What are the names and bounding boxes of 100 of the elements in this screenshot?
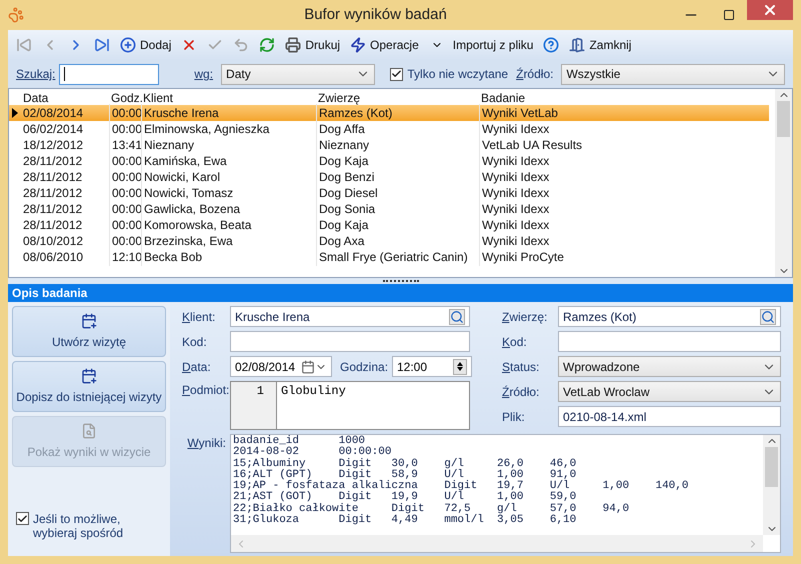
lightning-icon	[350, 37, 366, 53]
table-row[interactable]: 28/11/2012 00:00 Kamińska, Ewa Dog Kaja Wyniki Idexx	[9, 153, 769, 169]
table-cell: Dog Sonia	[316, 200, 479, 218]
search-field[interactable]	[59, 64, 158, 84]
toolbar-button[interactable]: Dodaj	[116, 33, 176, 57]
window-title: Bufor wyników badań	[303, 4, 448, 25]
toolbar-button[interactable]: Drukuj	[281, 33, 344, 57]
calendar-plus-icon	[81, 368, 97, 384]
maximize-icon[interactable]	[723, 9, 735, 21]
table-cell: Nowicki, Karol	[141, 168, 316, 186]
table-cell: Wyniki Idexx	[479, 232, 761, 250]
spin-buttons[interactable]	[453, 358, 467, 374]
dropdown[interactable]: Wprowadzone	[558, 356, 781, 377]
result-line: 22;Białko całkowite Digit 72,5 g/l 57,0 94,0	[233, 504, 630, 515]
field-label: Źródło:	[516, 66, 554, 83]
table-cell: Nieznany	[316, 136, 479, 154]
search-icon[interactable]	[760, 308, 776, 324]
text-field[interactable]	[558, 331, 781, 352]
table-row[interactable]: 08/10/2012 00:00 Brzezinska, Ewa Dog Axa Wyniki Idexx	[9, 233, 769, 249]
table-cell: Wyniki Idexx	[479, 184, 761, 202]
subject-text: Globuliny	[280, 383, 346, 400]
table-row[interactable]: 02/08/2014 00:00 Krusche Irena Ramzes (Kot) Wyniki VetLab	[9, 105, 769, 121]
table-cell: 00:00	[109, 232, 141, 250]
table-cell-text: 28/11/2012	[22, 153, 84, 170]
table-cell: 00:00	[109, 104, 141, 122]
table-cell: 12:10	[109, 248, 141, 266]
checkbox[interactable]	[390, 68, 404, 80]
table-row[interactable]: 18/12/2012 13:41 Nieznany Nieznany VetLab UA Results	[9, 137, 769, 153]
date-field[interactable]: 02/08/2014	[230, 356, 332, 377]
table-cell: Small Frye (Geriatric Canin)	[316, 248, 479, 266]
table-cell: Wyniki Idexx	[479, 200, 761, 218]
table-cell: Dog Diesel	[316, 184, 479, 202]
checkbox-label: Tylko nie wczytane	[407, 66, 508, 83]
dropdown[interactable]: VetLab Wroclaw	[558, 381, 781, 402]
time-field[interactable]: 12:00	[392, 356, 472, 377]
table-cell: Wyniki Idexx	[479, 216, 761, 234]
table-cell: Kamińska, Ewa	[141, 152, 316, 170]
scroll-thumb[interactable]	[765, 447, 778, 487]
table-cell-text: 28/11/2012	[22, 201, 84, 218]
table-row[interactable]: 06/02/2014 00:00 Elminowska, Agnieszka Dog Affa Wyniki Idexx	[9, 121, 769, 137]
close-icon	[762, 2, 778, 18]
table-row[interactable]: 08/06/2010 12:10 Becka Bob Small Frye (Geriatric Canin) Wyniki ProCyte	[9, 249, 769, 265]
toolbar-button[interactable]: Zamknij	[565, 33, 636, 57]
scroll-thumb[interactable]	[777, 101, 790, 137]
table-cell: Wyniki Idexx	[479, 120, 761, 138]
table-row[interactable]: 28/11/2012 00:00 Komorowska, Beata Dog Kaja Wyniki Idexx	[9, 217, 769, 233]
table-cell-text: 06/02/2014	[22, 121, 84, 138]
table-cell-text: 02/08/2014	[22, 105, 84, 122]
search-icon[interactable]	[449, 308, 465, 324]
dropdown[interactable]: Daty	[221, 64, 375, 84]
column-header[interactable]: Klient	[141, 89, 316, 105]
checkbox[interactable]	[16, 512, 29, 525]
table-cell: Wyniki Idexx	[479, 168, 761, 186]
action-button[interactable]: Dopisz do istniejącej wizyty	[12, 361, 166, 412]
table-cell: Wyniki Idexx	[479, 152, 761, 170]
results-text-area[interactable]	[230, 434, 781, 553]
scrollbar[interactable]	[763, 435, 780, 535]
table-row[interactable]: 28/11/2012 00:00 Nowicki, Tomasz Dog Diesel Wyniki Idexx	[9, 185, 769, 201]
table-cell: 00:00	[109, 152, 141, 170]
table-row[interactable]: 28/11/2012 00:00 Gawlicka, Bozena Dog Sonia Wyniki Idexx	[9, 201, 769, 217]
text-field[interactable]: Krusche Irena	[230, 306, 470, 327]
last-icon	[94, 37, 110, 53]
column-header[interactable]: Badanie	[479, 89, 761, 105]
table-cell: Krusche Irena	[141, 104, 316, 122]
result-line: 16;ALT (GPT) Digit 58,9 U/l 1,00 91,0	[233, 470, 578, 481]
text-field[interactable]: Ramzes (Kot)	[558, 306, 781, 327]
table-cell: Ramzes (Kot)	[316, 104, 479, 122]
table-cell: 00:00	[109, 200, 141, 218]
printer-icon	[285, 37, 302, 53]
column-header[interactable]: Godz.	[109, 89, 141, 105]
text-field[interactable]	[230, 331, 470, 352]
table-cell-text: 28/11/2012	[22, 217, 84, 234]
table-cell-text: 08/10/2012	[22, 233, 84, 250]
first-icon	[16, 37, 32, 53]
table-cell: Becka Bob	[141, 248, 316, 266]
field-label: wg:	[194, 66, 214, 83]
action-button[interactable]: Utwórz wizytę	[12, 306, 166, 357]
table-cell: Gawlicka, Bozena	[141, 200, 316, 218]
dropdown[interactable]: Wszystkie	[561, 64, 785, 84]
toolbar-button[interactable]: Importuj z pliku	[448, 33, 538, 57]
table-cell: Nieznany	[141, 136, 316, 154]
scrollbar[interactable]	[775, 89, 792, 277]
table-row[interactable]: 28/11/2012 00:00 Nowicki, Karol Dog Benzi Wyniki Idexx	[9, 169, 769, 185]
text-field[interactable]: 0210-08-14.xml	[558, 406, 781, 427]
calendar-icon[interactable]	[301, 360, 315, 374]
field-label: Podmiot:	[182, 382, 230, 399]
help-icon	[543, 37, 560, 53]
subject-editor[interactable]: 1 Globuliny	[230, 381, 470, 430]
table-cell: Dog Kaja	[316, 152, 479, 170]
table-cell: 00:00	[109, 216, 141, 234]
column-header[interactable]: Data	[21, 89, 109, 105]
plus-icon	[120, 37, 136, 53]
table-cell: Dog Kaja	[316, 216, 479, 234]
line-number: 1	[231, 382, 277, 429]
column-header[interactable]: Zwierzę	[316, 89, 479, 105]
calendar-plus-icon	[81, 312, 97, 328]
toolbar-button[interactable]: Operacje	[346, 33, 447, 57]
close-window-button[interactable]	[747, 0, 793, 20]
undo-icon	[233, 37, 250, 53]
field-label: Szukaj:	[16, 66, 56, 83]
